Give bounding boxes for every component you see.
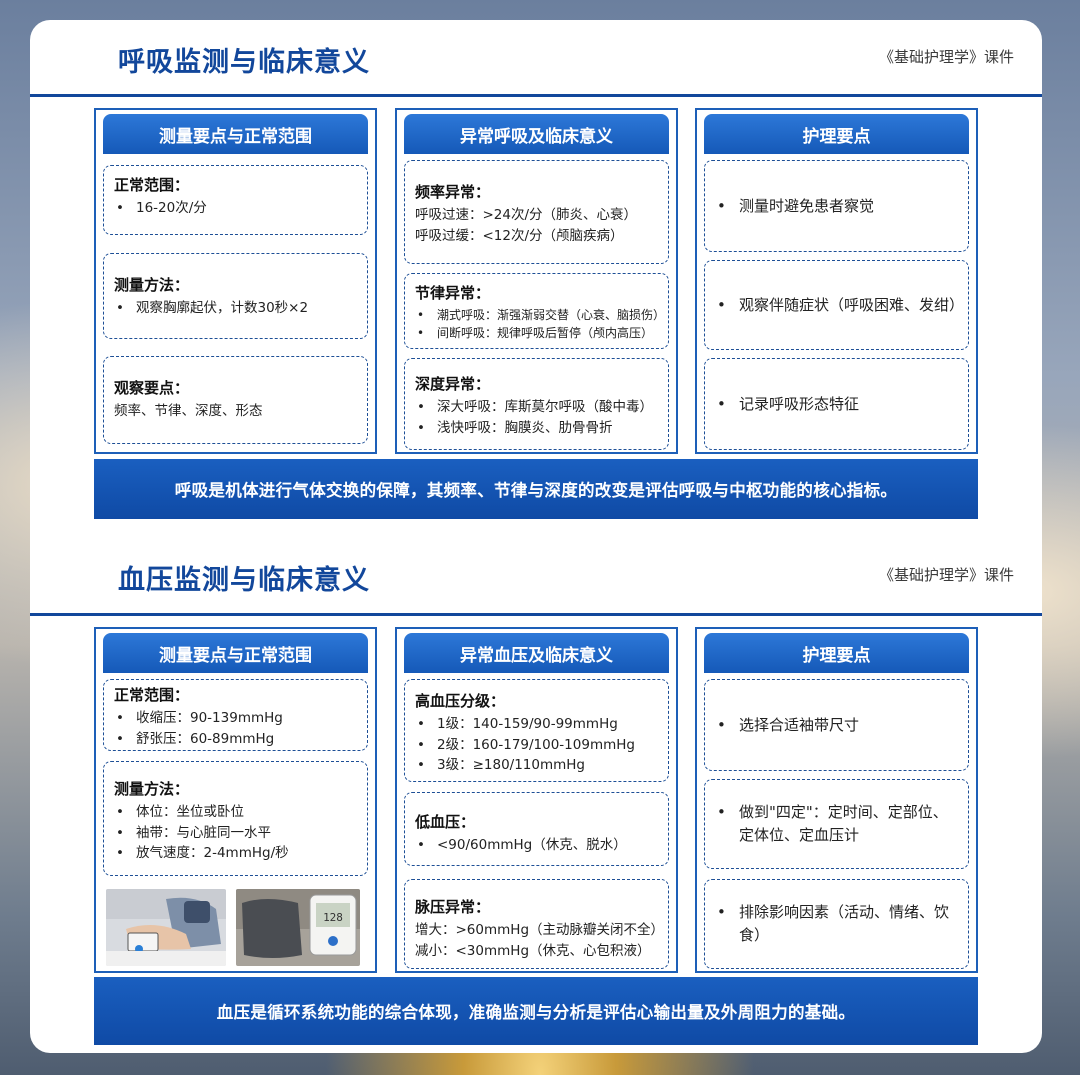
- nursing-text: 做到"四定"：定时间、定部位、定体位、定血压计: [739, 803, 948, 844]
- box-text: 体位：坐位或卧位: [136, 804, 244, 820]
- nursing-text: 测量时避免患者察觉: [739, 196, 875, 215]
- column-measurement: 测量要点与正常范围 正常范围： • 收缩压：90-139mmHg • 舒张压：60-…: [94, 627, 377, 973]
- method-box: 测量方法： • 观察胸廓起伏，计数30秒×2: [103, 253, 368, 339]
- column-header: 测量要点与正常范围: [103, 114, 368, 154]
- column-header: 护理要点: [704, 633, 969, 673]
- hypertension-box: 高血压分级： • 1级：140-159/90-99mmHg • 2级：160-179…: [404, 679, 669, 782]
- box-text: 袖带：与心脏同一水平: [136, 824, 271, 841]
- column-header: 测量要点与正常范围: [103, 633, 368, 673]
- box-text: 观察胸廓起伏，计数30秒×2: [136, 300, 309, 316]
- box-title: 测量方法：: [114, 276, 190, 294]
- source-label: 《基础护理学》课件: [878, 48, 1014, 66]
- bullet: •: [417, 326, 425, 340]
- bullet: •: [116, 710, 124, 726]
- box-text: 3级：≥180/110mmHg: [437, 757, 586, 773]
- bullet: •: [717, 295, 726, 314]
- box-text: 收缩压：90-139mmHg: [136, 710, 283, 726]
- box-text: 浅快呼吸：胸膜炎、肋骨骨折: [437, 419, 613, 436]
- method-box: 测量方法： • 体位：坐位或卧位 • 袖带：与心脏同一水平 • 放气速度：2-4mmH…: [103, 761, 368, 876]
- normal-range-box: 正常范围： • 16-20次/分: [103, 165, 368, 235]
- divider: [30, 613, 1042, 616]
- divider: [30, 94, 1042, 97]
- bullet: •: [717, 394, 726, 413]
- normal-range-box: 正常范围： • 收缩压：90-139mmHg • 舒张压：60-89mmHg: [103, 679, 368, 751]
- bullet: •: [417, 419, 425, 436]
- column-header: 异常血压及临床意义: [404, 633, 669, 673]
- nursing-item: • 排除影响因素（活动、情绪、饮食）: [704, 879, 969, 969]
- box-title: 测量方法：: [114, 780, 190, 798]
- summary-banner: 呼吸是机体进行气体交换的保障，其频率、节律与深度的改变是评估呼吸与中枢功能的核心…: [94, 459, 978, 519]
- box-title: 正常范围：: [114, 686, 190, 704]
- bullet: •: [417, 837, 425, 853]
- nursing-item: • 测量时避免患者察觉: [704, 160, 969, 252]
- box-text: 16-20次/分: [136, 200, 207, 216]
- column-abnormal: 异常血压及临床意义 高血压分级： • 1级：140-159/90-99mmHg •…: [395, 627, 678, 973]
- rate-abnormal-box: 频率异常： 呼吸过速：>24次/分（肺炎、心衰） 呼吸过缓：<12次/分（颅脑疾…: [404, 160, 669, 264]
- bullet: •: [116, 804, 124, 820]
- box-text: 呼吸过缓：<12次/分（颅脑疾病）: [415, 227, 624, 244]
- source-label: 《基础护理学》课件: [878, 566, 1014, 584]
- column-header: 护理要点: [704, 114, 969, 154]
- box-text: 1级：140-159/90-99mmHg: [437, 716, 618, 732]
- box-title: 频率异常：: [415, 183, 491, 201]
- rhythm-abnormal-box: 节律异常： • 潮式呼吸：渐强渐弱交替（心衰、脑损伤） • 间断呼吸：规律呼吸后暂停…: [404, 273, 669, 349]
- box-text: 频率、节律、深度、形态: [114, 403, 263, 419]
- bullet: •: [417, 716, 425, 732]
- hypotension-box: 低血压： • <90/60mmHg（休克、脱水）: [404, 792, 669, 866]
- box-text: 间断呼吸：规律呼吸后暂停（颅内高压）: [437, 326, 654, 340]
- nursing-text: 记录呼吸形态特征: [739, 394, 860, 413]
- nursing-text: 观察伴随症状（呼吸困难、发绀）: [739, 295, 965, 314]
- bullet: •: [417, 757, 425, 773]
- section-title: 呼吸监测与临床意义: [118, 47, 370, 78]
- section-title: 血压监测与临床意义: [118, 565, 370, 596]
- bullet: •: [116, 845, 124, 861]
- box-title: 节律异常：: [415, 284, 491, 302]
- nursing-item: • 观察伴随症状（呼吸困难、发绀）: [704, 260, 969, 350]
- nursing-text: 选择合适袖带尺寸: [739, 715, 860, 734]
- nursing-text: 排除影响因素（活动、情绪、饮食）: [739, 903, 950, 944]
- pulse-pressure-box: 脉压异常： 增大：>60mmHg（主动脉瓣关闭不全） 减小：<30mmHg（休克…: [404, 879, 669, 969]
- depth-abnormal-box: 深度异常： • 深大呼吸：库斯莫尔呼吸（酸中毒） • 浅快呼吸：胸膜炎、肋骨骨折: [404, 358, 669, 450]
- column-measurement: 测量要点与正常范围 正常范围： • 16-20次/分 测量方法： • 观察胸廓起伏，…: [94, 108, 377, 454]
- bullet: •: [717, 903, 726, 921]
- column-abnormal: 异常呼吸及临床意义 频率异常： 呼吸过速：>24次/分（肺炎、心衰） 呼吸过缓：…: [395, 108, 678, 454]
- box-text: 减小：<30mmHg（休克、心包积液）: [415, 942, 651, 959]
- bullet: •: [116, 200, 124, 216]
- bullet: •: [417, 399, 425, 415]
- box-text: 放气速度：2-4mmHg/秒: [136, 845, 289, 861]
- box-title: 脉压异常：: [415, 898, 491, 916]
- column-nursing: 护理要点 • 选择合适袖带尺寸 • 做到"四定"：定时间、定部位、定体位、定血压计 …: [695, 627, 978, 973]
- bullet: •: [717, 196, 726, 215]
- slide-card: 呼吸监测与临床意义 《基础护理学》课件 测量要点与正常范围 正常范围： • 16-…: [30, 20, 1042, 1053]
- bullet: •: [116, 300, 124, 316]
- column-nursing: 护理要点 • 测量时避免患者察觉 • 观察伴随症状（呼吸困难、发绀） • 记录呼吸形态…: [695, 108, 978, 454]
- box-text: 潮式呼吸：渐强渐弱交替（心衰、脑损伤）: [437, 308, 666, 322]
- bullet: •: [417, 308, 425, 322]
- bullet: •: [116, 824, 124, 841]
- bullet: •: [116, 730, 124, 747]
- box-text: 呼吸过速：>24次/分（肺炎、心衰）: [415, 207, 638, 223]
- summary-banner: 血压是循环系统功能的综合体现，准确监测与分析是评估心输出量及外周阻力的基础。: [94, 977, 978, 1045]
- observation-box: 观察要点： 频率、节律、深度、形态: [103, 356, 368, 444]
- nursing-item: • 做到"四定"：定时间、定部位、定体位、定血压计: [704, 779, 969, 869]
- box-title: 深度异常：: [415, 375, 491, 393]
- bp-measurement-photo: [106, 889, 226, 966]
- box-text: 2级：160-179/100-109mmHg: [437, 736, 635, 753]
- box-title: 观察要点：: [114, 379, 190, 397]
- box-title: 高血压分级：: [415, 692, 506, 710]
- box-text: 舒张压：60-89mmHg: [136, 730, 275, 747]
- nursing-item: • 选择合适袖带尺寸: [704, 679, 969, 771]
- box-text: 增大：>60mmHg（主动脉瓣关闭不全）: [415, 922, 665, 938]
- bullet: •: [717, 803, 726, 821]
- box-title: 低血压：: [415, 813, 476, 831]
- bp-monitor-photo: 128: [236, 889, 360, 966]
- nursing-item: • 记录呼吸形态特征: [704, 358, 969, 450]
- svg-text:128: 128: [323, 911, 343, 924]
- box-text: <90/60mmHg（休克、脱水）: [437, 837, 627, 853]
- box-title: 正常范围：: [114, 176, 190, 194]
- bullet: •: [717, 715, 726, 734]
- box-text: 深大呼吸：库斯莫尔呼吸（酸中毒）: [437, 399, 653, 415]
- column-header: 异常呼吸及临床意义: [404, 114, 669, 154]
- bullet: •: [417, 736, 425, 753]
